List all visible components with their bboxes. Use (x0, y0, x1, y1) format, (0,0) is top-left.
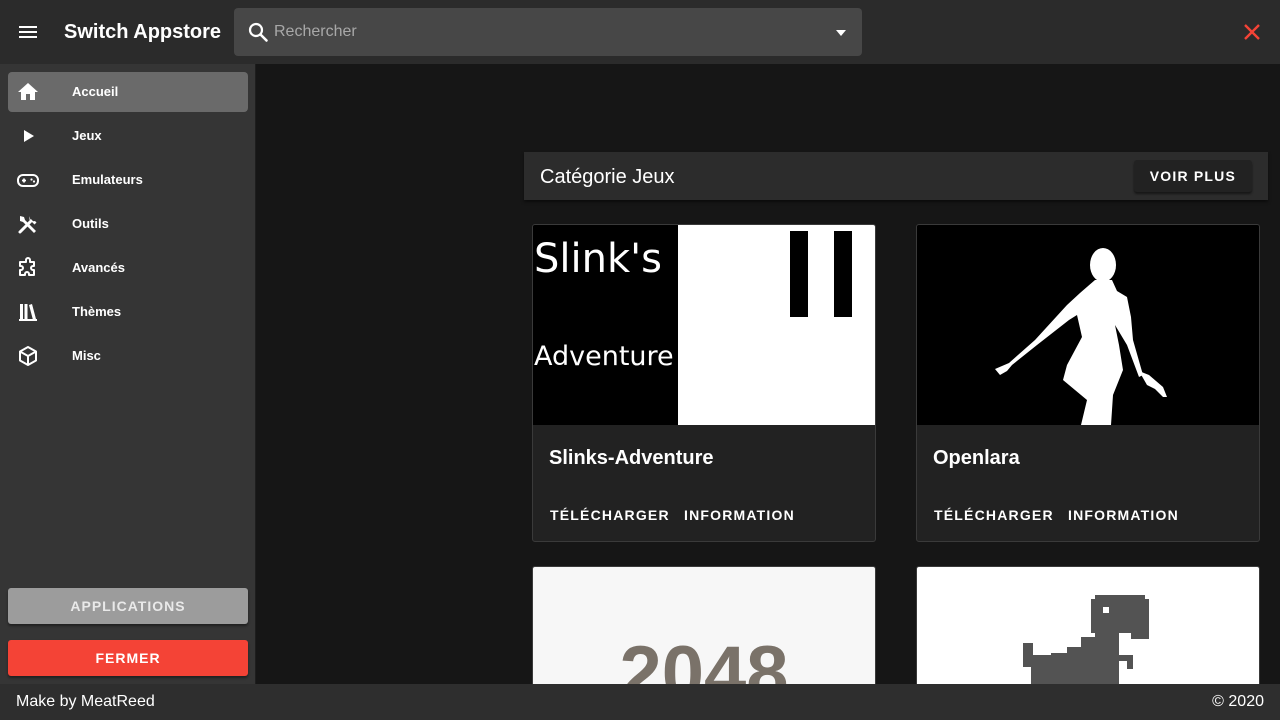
sidebar-item-accueil[interactable]: Accueil (8, 72, 248, 112)
sidebar-item-outils[interactable]: Outils (8, 204, 248, 244)
voir-plus-button[interactable]: VOIR PLUS (1133, 160, 1252, 192)
card-title: Openlara (933, 447, 1020, 469)
card-title: Slinks-Adventure (549, 447, 714, 469)
footer-credit: Make by MeatReed (16, 693, 155, 710)
app-card: Slink's Adventure Slinks-Adventure TÉLÉC… (532, 224, 876, 542)
gamepad-icon (16, 168, 40, 192)
fermer-button[interactable]: FERMER (8, 640, 248, 676)
close-icon[interactable] (1240, 20, 1264, 44)
thumb-text-2048: 2048 (619, 631, 788, 684)
sidebar-item-misc[interactable]: Misc (8, 336, 248, 376)
footer-copyright: © 2020 (1212, 693, 1264, 710)
openlara-thumbnail[interactable] (917, 225, 1259, 425)
top-app-bar: Switch Appstore (0, 0, 1280, 64)
sidebar-item-jeux[interactable]: Jeux (8, 116, 248, 156)
search-icon (246, 20, 270, 44)
cube-icon (16, 344, 40, 368)
dino-thumbnail[interactable] (917, 567, 1259, 684)
sidebar-item-avances[interactable]: Avancés (8, 248, 248, 288)
footer: Make by MeatReed © 2020 (0, 684, 1280, 720)
category-title: Catégorie Jeux (540, 166, 675, 188)
puzzle-icon (16, 256, 40, 280)
sidebar: Accueil Jeux Emulateurs Outils Avancés T… (0, 64, 256, 684)
information-button[interactable]: INFORMATION (1068, 505, 1179, 525)
sidebar-item-emulateurs[interactable]: Emulateurs (8, 160, 248, 200)
sidebar-item-label: Accueil (72, 84, 119, 99)
telecharger-button[interactable]: TÉLÉCHARGER (934, 505, 1054, 525)
search-input[interactable] (274, 8, 814, 56)
sidebar-item-label: Emulateurs (72, 172, 143, 187)
sidebar-item-label: Jeux (72, 128, 102, 143)
thumb-text-subtitle: Adventure (534, 341, 674, 372)
home-icon (16, 80, 40, 104)
app-card (916, 566, 1260, 684)
telecharger-button[interactable]: TÉLÉCHARGER (550, 505, 670, 525)
play-icon (16, 124, 40, 148)
app-card: 2048 (532, 566, 876, 684)
menu-icon[interactable] (16, 20, 40, 44)
thumb-text-title: Slink's (534, 236, 662, 282)
sidebar-item-label: Misc (72, 348, 101, 363)
search-bar[interactable] (234, 8, 862, 56)
dino-icon (1023, 595, 1149, 684)
category-header: Catégorie Jeux VOIR PLUS (524, 152, 1268, 200)
slinks-adventure-thumbnail[interactable]: Slink's Adventure (533, 225, 875, 425)
information-button[interactable]: INFORMATION (684, 505, 795, 525)
sidebar-item-label: Thèmes (72, 304, 122, 319)
chevron-down-icon[interactable] (834, 26, 848, 38)
applications-button[interactable]: APPLICATIONS (8, 588, 248, 624)
sidebar-item-themes[interactable]: Thèmes (8, 292, 248, 332)
sidebar-item-label: Outils (72, 216, 109, 231)
2048-thumbnail[interactable]: 2048 (533, 567, 875, 684)
tools-icon (16, 212, 40, 236)
books-icon (16, 300, 40, 324)
app-card: Openlara TÉLÉCHARGER INFORMATION (916, 224, 1260, 542)
sidebar-item-label: Avancés (72, 260, 125, 275)
app-title: Switch Appstore (64, 21, 222, 43)
